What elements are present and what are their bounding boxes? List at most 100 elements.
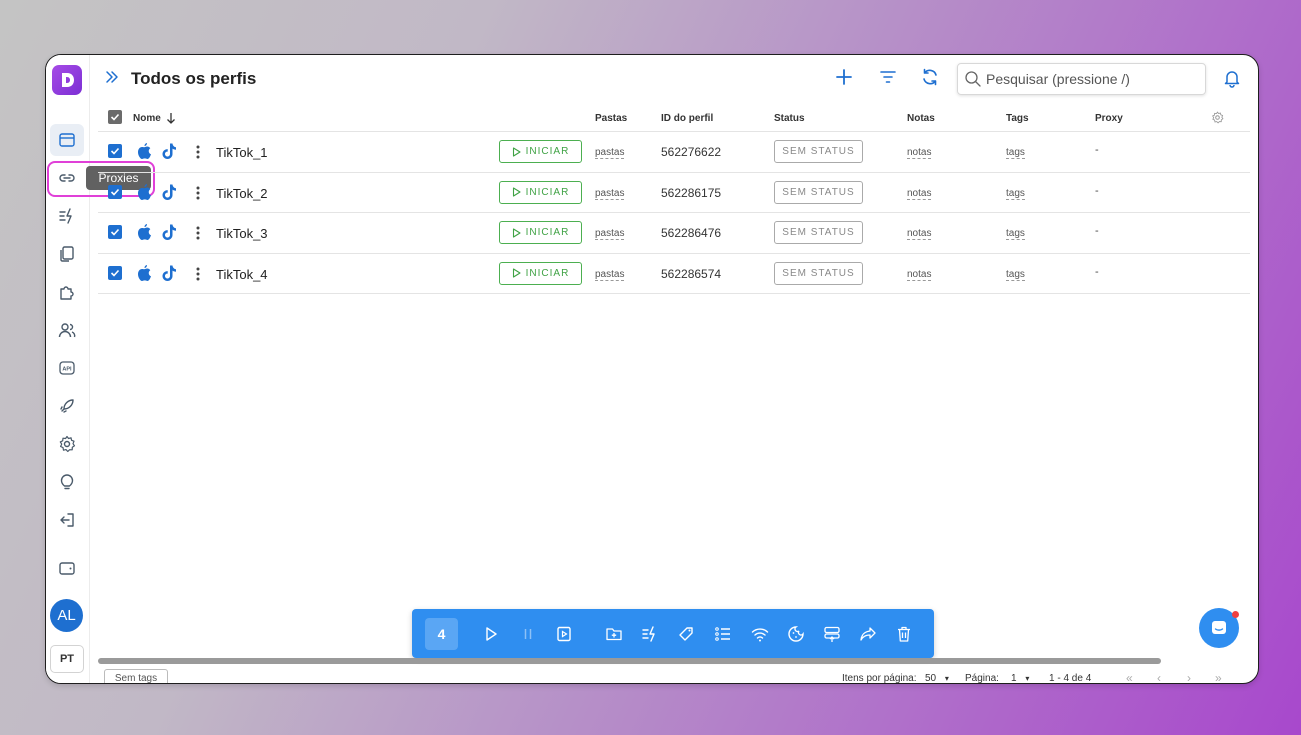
- tags-link[interactable]: tags: [1006, 147, 1025, 159]
- unread-indicator: [1232, 611, 1239, 618]
- page-select[interactable]: 1 ▾: [1011, 673, 1029, 684]
- sidebar-item-settings[interactable]: [50, 428, 84, 460]
- trash-icon[interactable]: [894, 624, 914, 644]
- items-per-page-select[interactable]: 50 ▾: [925, 673, 949, 683]
- table-row[interactable]: TikTok_3 INICIAR pastas 562286476 SEM ST…: [98, 213, 1250, 254]
- folders-link[interactable]: pastas: [595, 147, 625, 159]
- start-profile-button[interactable]: INICIAR: [499, 180, 582, 204]
- notes-link[interactable]: notas: [907, 188, 932, 200]
- more-vertical-icon[interactable]: [195, 225, 201, 241]
- notes-link[interactable]: notas: [907, 147, 932, 159]
- table-row[interactable]: TikTok_4 INICIAR pastas 562286574 SEM ST…: [98, 254, 1250, 294]
- row-checkbox[interactable]: [108, 144, 122, 158]
- page-value: 1: [1011, 673, 1017, 684]
- start-label: INICIAR: [525, 227, 570, 238]
- tags-filter-chip[interactable]: Sem tags: [104, 669, 168, 683]
- language-selector[interactable]: PT: [50, 645, 84, 673]
- sidebar-item-tips[interactable]: [50, 466, 84, 498]
- share-icon[interactable]: [858, 624, 878, 644]
- tags-link[interactable]: tags: [1006, 269, 1025, 281]
- more-vertical-icon[interactable]: [195, 185, 201, 201]
- sidebar-item-wallet[interactable]: [50, 552, 84, 584]
- profile-name[interactable]: TikTok_4: [216, 267, 268, 282]
- start-profile-button[interactable]: INICIAR: [499, 221, 582, 244]
- upload-server-icon[interactable]: [822, 624, 842, 644]
- proxy-value[interactable]: -: [1095, 266, 1099, 278]
- sidebar-item-profiles[interactable]: [50, 124, 84, 156]
- tags-link[interactable]: tags: [1006, 188, 1025, 200]
- expand-sidebar-icon[interactable]: [104, 69, 120, 90]
- first-page-icon[interactable]: «: [1126, 671, 1133, 683]
- profile-name[interactable]: TikTok_1: [216, 145, 268, 160]
- proxy-value[interactable]: -: [1095, 225, 1099, 237]
- tag-icon[interactable]: [676, 624, 696, 644]
- folders-link[interactable]: pastas: [595, 269, 625, 281]
- next-page-icon[interactable]: ›: [1187, 671, 1191, 683]
- notifications-button[interactable]: [1222, 68, 1242, 88]
- page-range: 1 - 4 de 4: [1049, 673, 1092, 684]
- row-checkbox[interactable]: [108, 265, 122, 280]
- screen-play-icon[interactable]: [554, 624, 574, 644]
- sort-arrow-down-icon[interactable]: [166, 112, 176, 124]
- sidebar-item-templates[interactable]: [50, 238, 84, 270]
- row-checkbox[interactable]: [108, 184, 122, 199]
- profiles-table: Nome Pastas ID do perfil Status Notas Ta…: [98, 103, 1250, 294]
- table-row[interactable]: TikTok_2 INICIAR pastas 562286175 SEM ST…: [98, 173, 1250, 213]
- cookie-icon[interactable]: [786, 624, 806, 644]
- more-vertical-icon[interactable]: [195, 266, 201, 282]
- column-settings-gear-icon[interactable]: [1211, 111, 1224, 124]
- status-badge[interactable]: SEM STATUS: [774, 221, 863, 244]
- filter-button[interactable]: [878, 67, 898, 87]
- page-title: Todos os perfis: [131, 69, 257, 88]
- proxy-value[interactable]: -: [1095, 185, 1099, 197]
- sidebar-item-extensions[interactable]: [50, 276, 84, 308]
- folders-link[interactable]: pastas: [595, 188, 625, 200]
- last-page-icon[interactable]: »: [1215, 671, 1222, 683]
- prev-page-icon[interactable]: ‹: [1157, 671, 1161, 683]
- app-window: API AL PT Proxies Todos os perfis Pesqui…: [45, 54, 1259, 684]
- folder-add-icon[interactable]: [604, 624, 624, 644]
- folders-link[interactable]: pastas: [595, 228, 625, 240]
- select-all-checkbox[interactable]: [108, 110, 122, 124]
- notes-link[interactable]: notas: [907, 269, 932, 281]
- app-logo[interactable]: [52, 65, 82, 95]
- sidebar-item-automation[interactable]: [50, 200, 84, 232]
- column-profile-id: ID do perfil: [661, 113, 714, 124]
- list-icon[interactable]: [713, 624, 733, 644]
- search-input[interactable]: [984, 70, 1198, 88]
- status-badge[interactable]: SEM STATUS: [774, 261, 863, 285]
- tiktok-icon: [162, 265, 176, 281]
- search-box[interactable]: [957, 63, 1206, 95]
- filter-icon: [880, 71, 896, 83]
- sidebar-item-team[interactable]: [50, 314, 84, 346]
- horizontal-scrollbar[interactable]: [98, 658, 1161, 664]
- play-icon[interactable]: [481, 624, 501, 644]
- profile-name[interactable]: TikTok_2: [216, 186, 268, 201]
- automation-flash-icon[interactable]: [640, 624, 660, 644]
- apple-icon: [138, 143, 151, 159]
- profile-id: 562286175: [661, 185, 722, 200]
- refresh-button[interactable]: [920, 67, 940, 87]
- column-name[interactable]: Nome: [133, 113, 161, 124]
- row-checkbox[interactable]: [108, 225, 122, 239]
- dropdown-caret-icon: ▾: [944, 674, 949, 683]
- sidebar-item-api[interactable]: API: [50, 352, 84, 384]
- wifi-icon[interactable]: [750, 624, 770, 644]
- profile-name[interactable]: TikTok_3: [216, 226, 268, 241]
- table-header: Nome Pastas ID do perfil Status Notas Ta…: [98, 103, 1250, 132]
- tags-link[interactable]: tags: [1006, 228, 1025, 240]
- notes-link[interactable]: notas: [907, 228, 932, 240]
- table-row[interactable]: TikTok_1 INICIAR pastas 562276622 SEM ST…: [98, 132, 1250, 173]
- start-profile-button[interactable]: INICIAR: [499, 261, 582, 285]
- items-per-page-label: Itens por página:: [842, 673, 917, 684]
- status-badge[interactable]: SEM STATUS: [774, 140, 863, 163]
- start-profile-button[interactable]: INICIAR: [499, 140, 582, 163]
- proxy-value[interactable]: -: [1095, 144, 1099, 156]
- sidebar-item-launch[interactable]: [50, 390, 84, 422]
- status-badge[interactable]: SEM STATUS: [774, 180, 863, 204]
- sidebar-item-logout[interactable]: [50, 504, 84, 536]
- avatar[interactable]: AL: [50, 599, 83, 632]
- more-vertical-icon[interactable]: [195, 144, 201, 160]
- add-profile-button[interactable]: [834, 67, 854, 87]
- pause-icon[interactable]: [518, 624, 538, 644]
